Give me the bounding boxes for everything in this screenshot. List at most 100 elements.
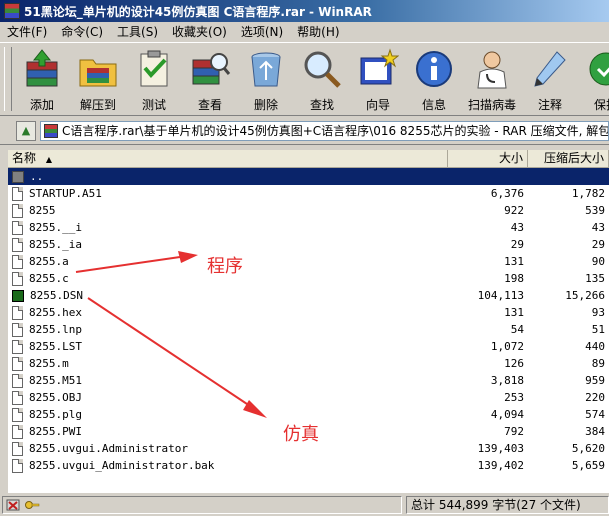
file-size: 3,818: [490, 374, 524, 387]
column-name-header[interactable]: 名称 ▲: [8, 150, 448, 167]
disk-x-icon: [6, 499, 20, 511]
file-size: 54: [510, 323, 524, 336]
extract-folder-icon: [79, 59, 117, 87]
file-packed-size: 574: [585, 408, 605, 421]
file-icon: [12, 186, 23, 201]
file-row[interactable]: 8255.LST 1,072 440: [8, 338, 609, 355]
file-name-cell: 8255.m: [8, 356, 448, 371]
protect-icon: [589, 52, 609, 86]
wizard-icon: [360, 48, 399, 85]
file-name: 8255.OBJ: [29, 391, 82, 404]
file-row[interactable]: 8255 922 539: [8, 202, 609, 219]
file-icon: [12, 424, 23, 439]
sort-up-icon: ▲: [45, 155, 52, 164]
file-row[interactable]: STARTUP.A51 6,376 1,782: [8, 185, 609, 202]
file-row[interactable]: 8255._ia 29 29: [8, 236, 609, 253]
file-packed-size: 93: [591, 306, 605, 319]
file-name: ..: [30, 170, 44, 183]
file-row[interactable]: 8255.OBJ 253 220: [8, 389, 609, 406]
file-packed-size: 135: [585, 272, 605, 285]
file-name: 8255.lnp: [29, 323, 82, 336]
file-icon: [12, 203, 23, 218]
file-packed-size: 5,620: [571, 442, 605, 455]
file-size: 198: [504, 272, 524, 285]
file-row[interactable]: 8255.c 198 135: [8, 270, 609, 287]
file-size: 131: [504, 306, 524, 319]
toolbar: 添加 解压到 测试 查看 删除 查找 向导 信息 扫描病毒 注释 保: [0, 42, 609, 116]
virus-scan-button[interactable]: 扫描病毒: [462, 43, 522, 115]
file-packed-size: 440: [585, 340, 605, 353]
file-name-cell: 8255.uvgui.Administrator: [8, 441, 448, 456]
file-row[interactable]: 8255.hex 131 93: [8, 304, 609, 321]
menu-favorites[interactable]: 收藏夹(O): [165, 23, 234, 41]
file-name-cell: STARTUP.A51: [8, 186, 448, 201]
comment-label: 注释: [537, 98, 562, 112]
file-size: 139,402: [477, 459, 524, 472]
virus-scan-label: 扫描病毒: [467, 98, 516, 112]
test-button[interactable]: 测试: [126, 43, 182, 115]
file-row[interactable]: 8255.M51 3,818 959: [8, 372, 609, 389]
recycle-bin-icon: [251, 52, 281, 87]
file-icon: [12, 441, 23, 456]
file-row[interactable]: 8255.uvgui_Administrator.bak 139,402 5,659: [8, 457, 609, 474]
delete-button[interactable]: 删除: [238, 43, 294, 115]
file-name-cell: 8255.M51: [8, 373, 448, 388]
file-row[interactable]: 8255.a 131 90: [8, 253, 609, 270]
file-size: 4,094: [490, 408, 524, 421]
file-size: 131: [504, 255, 524, 268]
file-size: 792: [504, 425, 524, 438]
path-field[interactable]: C语言程序.rar\基于单片机的设计45例仿真图+C语言程序\016 8255芯…: [40, 120, 609, 141]
add-button[interactable]: 添加: [14, 43, 70, 115]
menu-file[interactable]: 文件(F): [0, 23, 54, 41]
file-name-cell: 8255.lnp: [8, 322, 448, 337]
extract-button[interactable]: 解压到: [70, 43, 126, 115]
file-icon: [12, 322, 23, 337]
file-packed-size: 959: [585, 374, 605, 387]
magnifier-icon: [304, 51, 341, 88]
file-name-cell: 8255.hex: [8, 305, 448, 320]
file-row[interactable]: 8255.lnp 54 51: [8, 321, 609, 338]
address-bar: ▲ C语言程序.rar\基于单片机的设计45例仿真图+C语言程序\016 825…: [0, 117, 609, 145]
file-name-cell: 8255.OBJ: [8, 390, 448, 405]
add-books-icon: [26, 49, 58, 87]
file-packed-size: 384: [585, 425, 605, 438]
file-row[interactable]: 8255.__i 43 43: [8, 219, 609, 236]
file-row[interactable]: 8255.DSN 104,113 15,266: [8, 287, 609, 304]
protect-label: 保护: [593, 98, 609, 112]
menu-commands[interactable]: 命令(C): [54, 23, 110, 41]
column-header: 名称 ▲ 大小 压缩后大小: [8, 150, 609, 168]
file-icon: [12, 237, 23, 252]
up-folder-button[interactable]: ▲: [16, 120, 36, 141]
pen-icon: [534, 51, 566, 87]
view-label: 查看: [197, 98, 222, 112]
key-icon: [25, 501, 40, 509]
menu-options[interactable]: 选项(N): [234, 23, 290, 41]
file-name-cell: 8255.__i: [8, 220, 448, 235]
file-name: 8255.plg: [29, 408, 82, 421]
file-row[interactable]: 8255.m 126 89: [8, 355, 609, 372]
file-name: 8255.__i: [29, 221, 82, 234]
file-icon: [12, 339, 23, 354]
file-packed-size: 89: [591, 357, 605, 370]
find-button[interactable]: 查找: [294, 43, 350, 115]
file-packed-size: 220: [585, 391, 605, 404]
protect-button[interactable]: 保护: [578, 43, 609, 115]
file-packed-size: 90: [591, 255, 605, 268]
column-size-header[interactable]: 大小: [448, 150, 528, 167]
menu-tools[interactable]: 工具(S): [110, 23, 165, 41]
info-button[interactable]: 信息: [406, 43, 462, 115]
doctor-icon: [477, 51, 507, 89]
column-packed-header[interactable]: 压缩后大小: [528, 150, 609, 167]
extract-label: 解压到: [79, 98, 116, 112]
file-size: 29: [510, 238, 524, 251]
file-size: 6,376: [490, 187, 524, 200]
parent-folder-icon: [12, 170, 24, 183]
wizard-button[interactable]: 向导: [350, 43, 406, 115]
file-row[interactable]: ..: [8, 168, 609, 185]
file-name: 8255.m: [29, 357, 69, 370]
menu-help[interactable]: 帮助(H): [290, 23, 346, 41]
view-button[interactable]: 查看: [182, 43, 238, 115]
find-label: 查找: [309, 98, 334, 112]
comment-button[interactable]: 注释: [522, 43, 578, 115]
file-name: STARTUP.A51: [29, 187, 102, 200]
